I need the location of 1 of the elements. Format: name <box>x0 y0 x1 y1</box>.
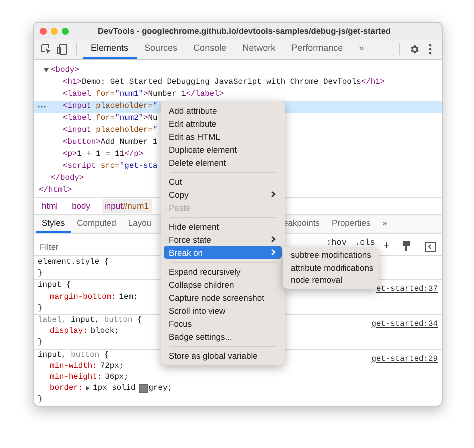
window-title: DevTools - googlechrome.github.io/devtools-samples/debug-js/get-started <box>96 26 392 36</box>
